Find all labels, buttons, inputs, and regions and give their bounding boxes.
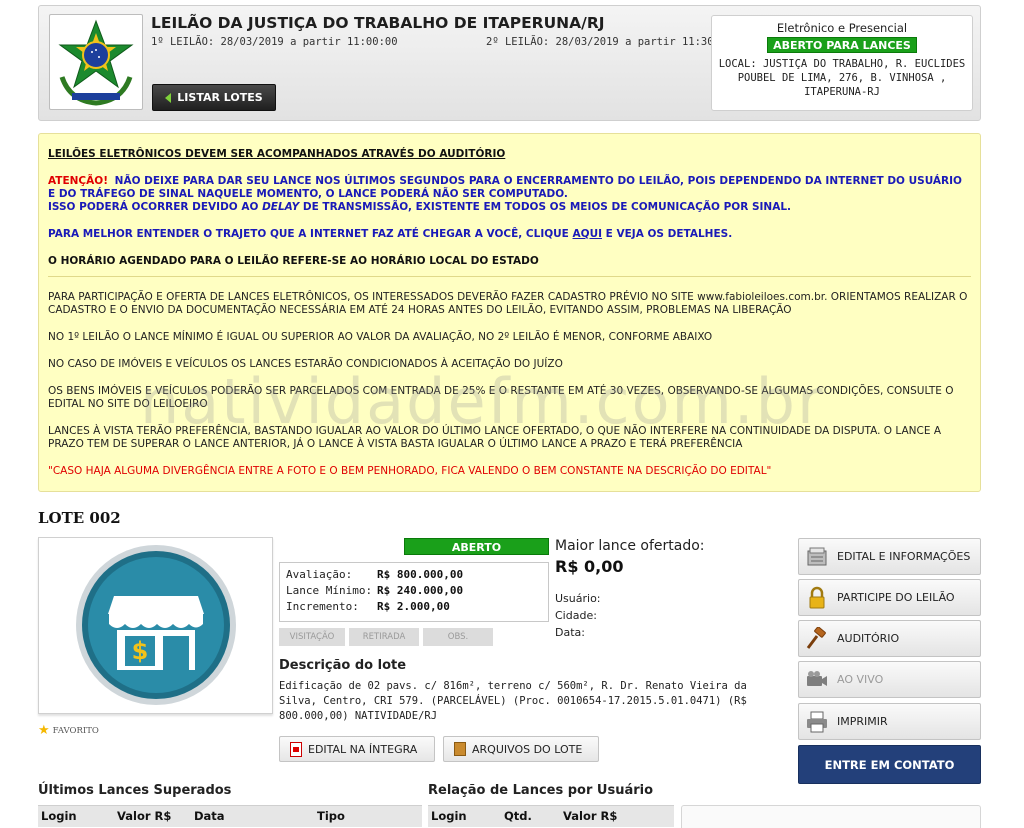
notice-p3: NO CASO DE IMÓVEIS E VEÍCULOS OS LANCES …	[48, 358, 563, 370]
cidade-label: Cidade:	[555, 609, 597, 622]
first-auction-date: 1º LEILÃO: 28/03/2019 a partir 11:00:00	[151, 36, 398, 48]
star-icon: ★	[38, 723, 50, 738]
col-login: Login	[431, 809, 467, 823]
auditorio-label: AUDITÓRIO	[837, 631, 900, 645]
notice-trajeto: PARA MELHOR ENTENDER O TRAJETO QUE A INT…	[48, 228, 971, 241]
camera-icon	[807, 670, 827, 686]
edital-integra-button[interactable]: EDITAL NA ÍNTEGRA	[279, 736, 435, 762]
usuario-label: Usuário:	[555, 592, 601, 605]
auction-title: LEILÃO DA JUSTIÇA DO TRABALHO DE ITAPERU…	[151, 14, 605, 32]
trajeto-post: E VEJA OS DETALHES.	[602, 228, 733, 240]
listar-lotes-button[interactable]: LISTAR LOTES	[152, 84, 276, 111]
auditorio-button[interactable]: AUDITÓRIO	[798, 620, 981, 657]
favorito-link[interactable]: ★ FAVORITO	[38, 724, 99, 737]
notice-delay: ISSO PODERÁ OCORRER DEVIDO AO DELAY DE T…	[48, 201, 971, 214]
maior-lance-value: R$ 0,00	[555, 557, 624, 576]
aqui-link[interactable]: AQUI	[573, 228, 603, 240]
arrow-left-icon	[165, 92, 172, 103]
document-icon	[807, 547, 827, 565]
data-label: Data:	[555, 626, 585, 639]
notice-p5: LANCES À VISTA TERÃO PREFERÊNCIA, BASTAN…	[48, 425, 942, 450]
lote-photo[interactable]: $	[38, 537, 273, 714]
auction-mode: Eletrônico e Presencial	[776, 21, 908, 35]
pdf-icon	[290, 741, 302, 757]
maior-lance-label: Maior lance ofertado:	[555, 538, 705, 554]
col-valor: Valor R$	[117, 809, 172, 823]
svg-text:$: $	[132, 637, 149, 665]
edital-integra-label: EDITAL NA ÍNTEGRA	[308, 742, 418, 756]
notice-atencao: ATENÇÃO! NÃO DEIXE PARA DAR SEU LANCE NO…	[48, 175, 971, 201]
notice-p2: NO 1º LEILÃO O LANCE MÍNIMO É IGUAL OU S…	[48, 331, 713, 343]
tab-visitacao[interactable]: VISITAÇÃO	[279, 628, 345, 646]
notice-divider	[48, 276, 971, 277]
store-icon: $	[76, 545, 236, 705]
notice-p4: OS BENS IMÓVEIS E VEÍCULOS PODERÃO SER P…	[48, 385, 954, 410]
lote-title: LOTE 002	[38, 509, 121, 527]
edital-informacoes-button[interactable]: EDITAL E INFORMAÇÕES	[798, 538, 981, 575]
lances-usuario-table-header: Login Qtd. Valor R$	[428, 805, 674, 827]
participe-leilao-button[interactable]: PARTICIPE DO LEILÃO	[798, 579, 981, 616]
lance-minimo-label: Lance Mínimo:	[286, 584, 373, 597]
imprimir-button[interactable]: IMPRIMIR	[798, 703, 981, 740]
ultimos-lances-table-header: Login Valor R$ Data Tipo	[38, 805, 422, 827]
lote-values-box: Avaliação: R$ 800.000,00 Lance Mínimo: R$ …	[279, 562, 549, 622]
notice-p6: "CASO HAJA ALGUMA DIVERGÊNCIA ENTRE A FO…	[48, 465, 772, 477]
lote-tabs: VISITAÇÃO RETIRADA OBS.	[279, 628, 493, 646]
arquivos-lote-button[interactable]: ARQUIVOS DO LOTE	[443, 736, 599, 762]
atencao-text: NÃO DEIXE PARA DAR SEU LANCE NOS ÚLTIMOS…	[48, 175, 962, 200]
entre-em-contato-button[interactable]: ENTRE EM CONTATO	[798, 745, 981, 784]
brasao-logo	[49, 14, 143, 110]
lock-icon	[809, 586, 825, 608]
ao-vivo-label: AO VIVO	[837, 672, 884, 686]
edital-informacoes-label: EDITAL E INFORMAÇÕES	[837, 549, 971, 563]
incremento-value: R$ 2.000,00	[377, 600, 450, 613]
delay-post: DE TRANSMISSÃO, EXISTENTE EM TODOS OS ME…	[299, 201, 792, 213]
arquivos-lote-label: ARQUIVOS DO LOTE	[472, 742, 583, 756]
archive-icon	[454, 742, 466, 756]
col-valor: Valor R$	[563, 809, 618, 823]
delay-pre: ISSO PODERÁ OCORRER DEVIDO AO	[48, 201, 263, 213]
second-auction-date: 2º LEILÃO: 28/03/2019 a partir 11:30:00	[486, 36, 733, 48]
lote-status-badge: ABERTO	[404, 538, 549, 555]
auction-info-box: Eletrônico e Presencial ABERTO PARA LANC…	[711, 15, 973, 111]
favorito-label: FAVORITO	[52, 725, 99, 736]
atencao-label: ATENÇÃO!	[48, 175, 108, 187]
notice-panel: LEILÕES ELETRÔNICOS DEVEM SER ACOMPANHAD…	[38, 133, 981, 492]
avaliacao-value: R$ 800.000,00	[377, 568, 464, 581]
ultimos-lances-title: Últimos Lances Superados	[38, 783, 232, 798]
notice-horario: O HORÁRIO AGENDADO PARA O LEILÃO REFERE-…	[48, 255, 539, 267]
imprimir-label: IMPRIMIR	[837, 714, 888, 728]
col-qtd: Qtd.	[504, 809, 532, 823]
tab-retirada[interactable]: RETIRADA	[349, 628, 419, 646]
trajeto-pre: PARA MELHOR ENTENDER O TRAJETO QUE A INT…	[48, 228, 573, 240]
lance-info: Usuário: Cidade: Data:	[555, 590, 601, 641]
ao-vivo-button[interactable]: AO VIVO	[798, 661, 981, 698]
auction-location: LOCAL: JUSTIÇA DO TRABALHO, R. EUCLIDES …	[718, 58, 966, 98]
auction-header: LEILÃO DA JUSTIÇA DO TRABALHO DE ITAPERU…	[38, 5, 981, 121]
avaliacao-label: Avaliação:	[286, 568, 353, 581]
gavel-icon	[806, 626, 826, 649]
lances-usuario-title: Relação de Lances por Usuário	[428, 783, 654, 798]
col-tipo: Tipo	[317, 809, 345, 823]
descricao-text: Edificação de 02 pavs. c/ 816m², terreno…	[279, 680, 747, 722]
notice-p1: PARA PARTICIPAÇÃO E OFERTA DE LANCES ELE…	[48, 291, 968, 316]
delay-word: DELAY	[262, 201, 300, 213]
side-panel-box	[681, 805, 981, 828]
descricao-title: Descrição do lote	[279, 658, 407, 673]
printer-icon	[807, 711, 827, 732]
participe-leilao-label: PARTICIPE DO LEILÃO	[837, 590, 955, 604]
listar-lotes-label: LISTAR LOTES	[177, 91, 263, 104]
tab-obs[interactable]: OBS.	[423, 628, 493, 646]
lance-minimo-value: R$ 240.000,00	[377, 584, 464, 597]
auction-status-badge: ABERTO PARA LANCES	[767, 37, 917, 53]
notice-title: LEILÕES ELETRÔNICOS DEVEM SER ACOMPANHAD…	[48, 148, 506, 160]
incremento-label: Incremento:	[286, 600, 359, 613]
col-login: Login	[41, 809, 77, 823]
col-data: Data	[194, 809, 225, 823]
